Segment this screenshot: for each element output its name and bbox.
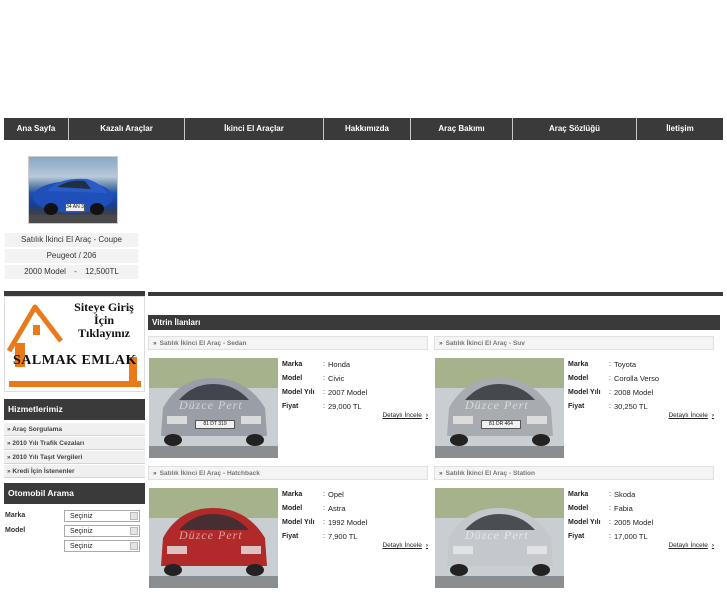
service-link-car-query[interactable]: » Araç Sorgulama (4, 423, 145, 436)
car-search-heading: Otomobil Arama (4, 483, 145, 504)
services-heading: Hizmetlerimiz (4, 399, 145, 420)
spec-value-price: 29,000 TL (328, 402, 362, 411)
service-link-traffic-fines[interactable]: » 2010 Yılı Trafik Cezaları (4, 437, 145, 450)
listing-photo[interactable]: Düzce Pert (149, 488, 278, 588)
spec-value-year: 2008 Model (614, 388, 654, 397)
chevron-right-icon: › (711, 412, 714, 419)
spec-value-brand: Opel (328, 490, 344, 499)
chevron-right-icon: › (711, 542, 714, 549)
search-third-select[interactable]: Seçiniz (64, 540, 140, 552)
featured-dash: - (74, 267, 77, 276)
spec-label-brand: Marka (568, 491, 589, 498)
nav-damaged-cars[interactable]: Kazalı Araçlar (69, 118, 185, 140)
spec-value-price: 30,250 TL (614, 402, 648, 411)
spec-value-model: Astra (328, 504, 346, 513)
spec-label-year: Model Yılı (568, 389, 601, 396)
chevron-down-icon (130, 542, 138, 550)
banner-title: Siteye Giriş İçin Tıklayınız (74, 300, 134, 340)
spec-label-price: Fiyat (282, 403, 299, 410)
spec-label-model: Model (282, 375, 303, 382)
listing-title[interactable]: » Satılık İkinci El Araç - Sedan (148, 336, 428, 350)
spec-label-model: Model (282, 505, 303, 512)
watermark-text: Düzce Pert (179, 398, 243, 412)
listing-title[interactable]: » Satılık İkinci El Araç - Hatchback (148, 466, 428, 480)
nav-contact[interactable]: İletişim (637, 118, 723, 140)
featured-plate: 34 AN 3 (65, 203, 85, 212)
license-plate: 81 DT 319 (195, 420, 235, 429)
detail-link[interactable]: Detaylı İncele › (382, 412, 428, 419)
double-chevron-icon: » (153, 470, 157, 477)
featured-car-photo[interactable]: 34 AN 3 (28, 156, 118, 224)
featured-year-price: 2000 Model - 12,500TL (5, 265, 138, 279)
spec-value-price: 17,000 TL (614, 532, 648, 541)
spec-label-model: Model (568, 505, 589, 512)
nav-car-dictionary[interactable]: Araç Sözlüğü (513, 118, 637, 140)
nav-used-cars[interactable]: İkinci El Araçlar (185, 118, 324, 140)
featured-year: 2000 Model (24, 267, 66, 276)
spec-value-year: 2005 Model (614, 518, 654, 527)
spec-label-price: Fiyat (282, 533, 299, 540)
spec-label-model: Model (568, 375, 589, 382)
double-chevron-icon: » (153, 340, 157, 347)
spec-value-year: 1992 Model (328, 518, 368, 527)
spec-value-brand: Skoda (614, 490, 636, 499)
chevron-down-icon (130, 512, 138, 520)
spec-value-model: Fabia (614, 504, 633, 513)
spec-value-model: Civic (328, 374, 345, 383)
listing-title[interactable]: » Satılık İkinci El Araç - Station (434, 466, 714, 480)
featured-car-box[interactable]: 34 AN 3 Satılık İkinci El Araç - Coupe P… (5, 148, 138, 282)
chevron-down-icon (130, 527, 138, 535)
site-login-banner[interactable]: Siteye Giriş İçin Tıklayınız SALMAK EMLA… (4, 296, 145, 392)
featured-price: 12,500TL (85, 267, 119, 276)
search-brand-label: Marka (5, 512, 26, 519)
watermark-text: Düzce Pert (465, 398, 529, 412)
spec-label-year: Model Yılı (282, 519, 315, 526)
spec-label-brand: Marka (568, 361, 589, 368)
spec-label-price: Fiyat (568, 403, 585, 410)
spec-label-brand: Marka (282, 361, 303, 368)
chevron-right-icon: › (425, 412, 428, 419)
banner-brand: SALMAK EMLAK (13, 353, 137, 368)
featured-make-model[interactable]: Peugeot / 206 (5, 249, 138, 263)
main-divider-bar (148, 292, 723, 296)
service-link-vehicle-tax[interactable]: » 2010 Yılı Taşıt Vergileri (4, 451, 145, 464)
main-nav: Ana Sayfa Kazalı Araçlar İkinci El Araçl… (4, 118, 723, 140)
listing-card-suv: » Satılık İkinci El Araç - Suv Düzce Pert… (434, 336, 714, 466)
search-model-select[interactable]: Seçiniz (64, 525, 140, 537)
double-chevron-icon: » (439, 470, 443, 477)
spec-label-year: Model Yılı (568, 519, 601, 526)
spec-label-year: Model Yılı (282, 389, 315, 396)
detail-link[interactable]: Detaylı İncele › (668, 542, 714, 549)
listing-photo[interactable]: Düzce Pert 81 DT 319 (149, 358, 278, 458)
spec-value-brand: Honda (328, 360, 351, 369)
search-model-label: Model (5, 527, 26, 534)
listing-title[interactable]: » Satılık İkinci El Araç - Suv (434, 336, 714, 350)
listing-photo[interactable]: Düzce Pert (435, 488, 564, 588)
detail-link[interactable]: Detaylı İncele › (382, 542, 428, 549)
spec-value-year: 2007 Model (328, 388, 368, 397)
spec-label-price: Fiyat (568, 533, 585, 540)
nav-car-maintenance[interactable]: Araç Bakımı (411, 118, 513, 140)
listing-card-station: » Satılık İkinci El Araç - Station Düzce … (434, 466, 714, 596)
spec-value-brand: Toyota (614, 360, 637, 369)
spec-value-price: 7,900 TL (328, 532, 358, 541)
watermark-text: Düzce Pert (179, 528, 243, 542)
watermark-text: Düzce Pert (465, 528, 529, 542)
chevron-right-icon: › (425, 542, 428, 549)
service-link-loan-requirements[interactable]: » Kredi İçin İstenenler (4, 465, 145, 478)
nav-about[interactable]: Hakkımızda (324, 118, 411, 140)
nav-home[interactable]: Ana Sayfa (4, 118, 69, 140)
search-brand-select[interactable]: Seçiniz (64, 510, 140, 522)
detail-link[interactable]: Detaylı İncele › (668, 412, 714, 419)
license-plate: 81 DR 464 (481, 420, 521, 429)
listing-photo[interactable]: Düzce Pert 81 DR 464 (435, 358, 564, 458)
listing-card-hatchback: » Satılık İkinci El Araç - Hatchback Düzc… (148, 466, 428, 596)
double-chevron-icon: » (439, 340, 443, 347)
spec-value-model: Corolla Verso (614, 374, 660, 383)
spec-label-brand: Marka (282, 491, 303, 498)
featured-category[interactable]: Satılık İkinci El Araç - Coupe (5, 233, 138, 247)
listing-card-sedan: » Satılık İkinci El Araç - Sedan Düzce Pe… (148, 336, 428, 466)
showcase-heading: Vitrin İlanları (148, 315, 720, 330)
